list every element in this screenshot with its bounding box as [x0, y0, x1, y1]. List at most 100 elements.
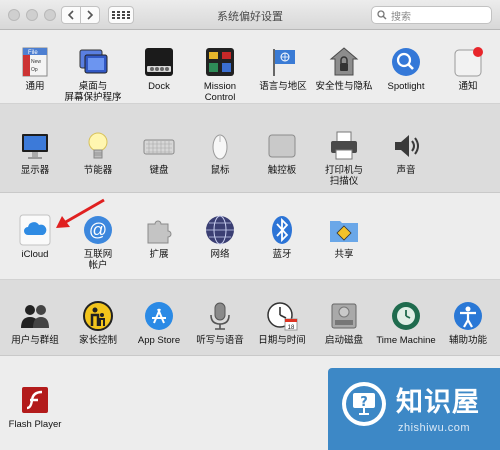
- pane-label: 日期与时间: [258, 335, 306, 346]
- pane-dock[interactable]: Dock: [127, 46, 191, 92]
- date-time-icon: 18: [266, 300, 298, 332]
- flash-player-icon: [19, 384, 51, 416]
- pane-label: Mission Control: [203, 81, 237, 103]
- printers-scanners-icon: [328, 130, 360, 162]
- pane-keyboard[interactable]: 键盘: [127, 130, 191, 176]
- pane-mission-control[interactable]: Mission Control: [188, 46, 252, 103]
- watermark-logo-icon: ?: [342, 382, 386, 426]
- annotation-arrow-icon: [56, 198, 105, 228]
- pane-label: 声音: [396, 165, 416, 176]
- parental-controls-icon: [82, 300, 114, 332]
- pane-spotlight[interactable]: Spotlight: [374, 46, 438, 92]
- pane-startup-disk[interactable]: 启动磁盘: [312, 300, 376, 346]
- mouse-icon: [204, 130, 236, 162]
- watermark-url: zhishiwu.com: [398, 422, 471, 434]
- pane-general[interactable]: File New Op 通用: [3, 46, 67, 92]
- pane-label: 网络: [210, 249, 230, 260]
- pane-displays[interactable]: 显示器: [3, 130, 67, 176]
- pane-desktop-screensaver[interactable]: 桌面与 屏幕保护程序: [61, 46, 125, 103]
- pane-accessibility[interactable]: 辅助功能: [436, 300, 500, 346]
- pane-dictation-speech[interactable]: 听写与语音: [188, 300, 252, 346]
- pane-label: 启动磁盘: [324, 335, 363, 346]
- pane-label: 辅助功能: [448, 335, 487, 346]
- pane-label: iCloud: [21, 249, 49, 260]
- pane-energy-saver[interactable]: 节能器: [66, 130, 130, 176]
- search-icon: [377, 10, 387, 20]
- pane-label: Spotlight: [387, 81, 425, 92]
- pane-label: Dock: [148, 81, 170, 92]
- pane-network[interactable]: 网络: [188, 214, 252, 260]
- mission-control-icon: [204, 46, 236, 78]
- sharing-icon: [328, 214, 360, 246]
- pane-label: 桌面与 屏幕保护程序: [64, 81, 122, 103]
- time-machine-icon: [390, 300, 422, 332]
- pane-label: Flash Player: [8, 419, 62, 430]
- search-field[interactable]: 搜索: [371, 6, 492, 24]
- pane-label: 互联网 帐户: [83, 249, 113, 271]
- pane-label: 节能器: [83, 165, 113, 176]
- pane-label: 通知: [458, 81, 478, 92]
- pane-label: 用户与群组: [11, 335, 59, 346]
- watermark: ? 知识屋 zhishiwu.com: [328, 368, 500, 450]
- pane-bluetooth[interactable]: 蓝牙: [250, 214, 314, 260]
- app-store-icon: [143, 300, 175, 332]
- watermark-title: 知识屋: [396, 387, 480, 418]
- displays-icon: [19, 130, 51, 162]
- pane-notifications[interactable]: 通知: [436, 46, 500, 92]
- pane-label: Time Machine: [376, 335, 436, 346]
- pane-label: 语言与地区: [259, 81, 307, 92]
- pane-label: 键盘: [149, 165, 169, 176]
- pane-label: 鼠标: [210, 165, 230, 176]
- trackpad-icon: [266, 130, 298, 162]
- svg-text:New: New: [31, 59, 41, 65]
- extensions-icon: [143, 214, 175, 246]
- pane-label: 安全性与隐私: [315, 81, 373, 92]
- pane-printers-scanners[interactable]: 打印机与 扫描仪: [312, 130, 376, 187]
- pane-users-groups[interactable]: 用户与群组: [3, 300, 67, 346]
- pane-trackpad[interactable]: 触控板: [250, 130, 314, 176]
- pane-label: 显示器: [20, 165, 50, 176]
- pane-label: 听写与语音: [196, 335, 244, 346]
- network-icon: [204, 214, 236, 246]
- pane-mouse[interactable]: 鼠标: [188, 130, 252, 176]
- language-region-icon: [267, 46, 299, 78]
- pane-date-time[interactable]: 18 日期与时间: [250, 300, 314, 346]
- security-privacy-icon: [328, 46, 360, 78]
- desktop-screensaver-icon: [77, 46, 109, 78]
- spotlight-icon: [390, 46, 422, 78]
- dock-icon: [143, 46, 175, 78]
- title-bar: 系统偏好设置 搜索: [0, 0, 500, 30]
- users-groups-icon: [19, 300, 51, 332]
- startup-disk-icon: [328, 300, 360, 332]
- energy-saver-icon: [82, 130, 114, 162]
- svg-text:Op: Op: [31, 67, 38, 73]
- pane-label: 触控板: [267, 165, 297, 176]
- pane-parental-controls[interactable]: 家长控制: [66, 300, 130, 346]
- dictation-speech-icon: [204, 300, 236, 332]
- pane-flash-player[interactable]: Flash Player: [3, 384, 67, 430]
- pane-sound[interactable]: 声音: [374, 130, 438, 176]
- pane-time-machine[interactable]: Time Machine: [374, 300, 438, 346]
- pane-extensions[interactable]: 扩展: [127, 214, 191, 260]
- icloud-icon: [19, 214, 51, 246]
- svg-text:18: 18: [288, 325, 295, 331]
- keyboard-icon: [143, 130, 175, 162]
- pane-app-store[interactable]: App Store: [127, 300, 191, 346]
- notifications-icon: [452, 46, 484, 78]
- search-placeholder: 搜索: [391, 11, 411, 23]
- accessibility-icon: [452, 300, 484, 332]
- pane-label: 蓝牙: [272, 249, 292, 260]
- general-icon: File New Op: [19, 46, 51, 78]
- pane-label: 共享: [334, 249, 354, 260]
- pane-label: 家长控制: [78, 335, 117, 346]
- pane-label: App Store: [137, 335, 181, 346]
- pane-label: 通用: [25, 81, 45, 92]
- bluetooth-icon: [266, 214, 298, 246]
- pane-sharing[interactable]: 共享: [312, 214, 376, 260]
- pane-language-region[interactable]: 语言与地区: [251, 46, 315, 92]
- pane-label: 打印机与 扫描仪: [324, 165, 363, 187]
- svg-text:?: ?: [360, 395, 368, 410]
- pane-label: 扩展: [149, 249, 169, 260]
- sound-icon: [390, 130, 422, 162]
- pane-security-privacy[interactable]: 安全性与隐私: [312, 46, 376, 92]
